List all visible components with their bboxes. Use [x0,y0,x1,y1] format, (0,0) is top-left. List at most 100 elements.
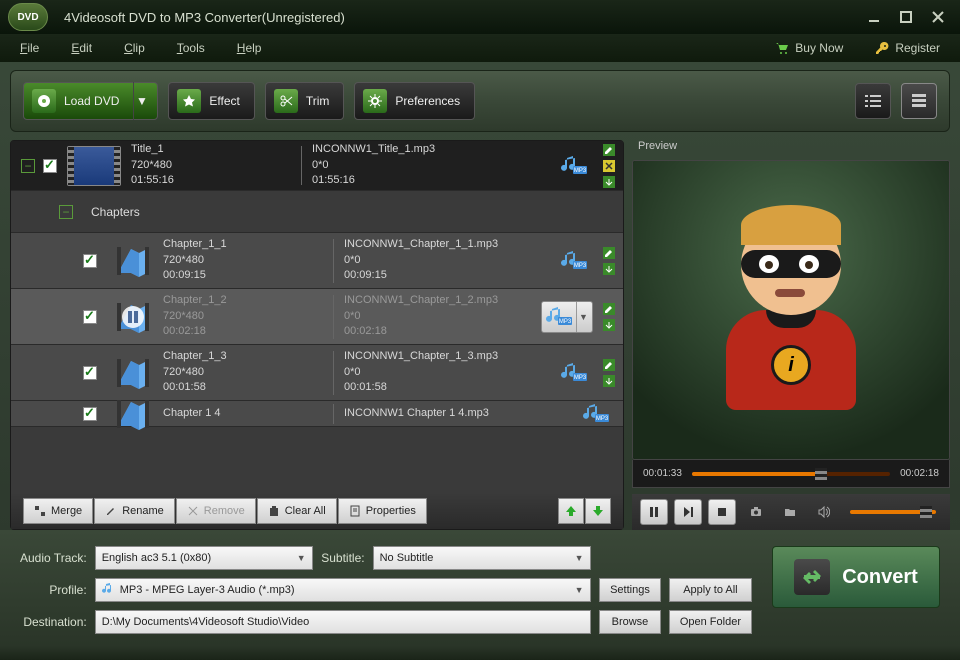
step-button[interactable] [674,499,702,525]
move-up-button[interactable] [558,498,584,524]
load-dvd-dropdown[interactable]: ▼ [133,82,143,120]
edit-icon[interactable] [601,246,617,260]
down-icon[interactable] [601,262,617,276]
settings-button[interactable]: Settings [599,578,661,602]
svg-text:MP3: MP3 [596,416,609,422]
effect-button[interactable]: Effect [168,82,254,120]
apply-all-button[interactable]: Apply to All [669,578,752,602]
dvd-icon [32,89,56,113]
mp3-icon: MP3 [581,404,611,424]
chapter-checkbox[interactable] [83,254,97,268]
chapter-checkbox[interactable] [83,366,97,380]
chapter-source-info: Chapter_1_3720*48000:01:58 [163,349,323,395]
rename-button[interactable]: Rename [94,498,175,524]
svg-text:MP3: MP3 [574,168,587,174]
subtitle-combo[interactable]: No Subtitle▼ [373,546,592,570]
remove-icon[interactable] [601,159,617,173]
list-toolbar: Merge Rename Remove Clear All Properties [11,493,623,529]
edit-icon[interactable] [601,302,617,316]
trim-button[interactable]: Trim [265,82,345,120]
properties-button[interactable]: Properties [338,498,427,524]
chapter-thumbnail [113,241,153,281]
move-down-button[interactable] [585,498,611,524]
scissors-icon [274,89,298,113]
audio-track-combo[interactable]: English ac3 5.1 (0x80)▼ [95,546,314,570]
preview-frame: i [711,205,871,415]
output-format-dropdown[interactable]: MP3▼ [541,301,593,333]
list-view-button[interactable] [855,83,891,119]
remove-button[interactable]: Remove [176,498,256,524]
load-dvd-button[interactable]: Load DVD ▼ [23,82,158,120]
chapter-checkbox[interactable] [83,407,97,421]
title-checkbox[interactable] [43,159,57,173]
volume-slider[interactable] [850,510,936,514]
playback-controls [632,494,950,530]
clear-all-button[interactable]: Clear All [257,498,337,524]
app-logo-icon: DVD [8,3,48,31]
chapter-checkbox[interactable] [83,310,97,324]
statusbar [0,646,960,660]
pause-button[interactable] [640,499,668,525]
menu-clip[interactable]: Clip [124,41,145,55]
collapse-icon[interactable]: − [59,205,73,219]
volume-icon[interactable] [810,499,838,525]
browse-button[interactable]: Browse [599,610,661,634]
open-folder-icon[interactable] [776,499,804,525]
edit-icon[interactable] [601,358,617,372]
stop-button[interactable] [708,499,736,525]
mp3-icon [102,583,116,597]
seek-track[interactable] [692,472,890,476]
title-output-info: INCONNW1_Title_1.mp3 0*0 01:55:16 [312,142,547,188]
mp3-icon: MP3 [559,363,589,383]
preferences-button[interactable]: Preferences [354,82,475,120]
merge-button[interactable]: Merge [23,498,93,524]
menu-help[interactable]: Help [237,41,262,55]
titlebar: DVD 4Videosoft DVD to MP3 Converter(Unre… [0,0,960,34]
chapter-source-info: Chapter_1_1720*48000:09:15 [163,237,323,283]
title-source-info: Title_1 720*480 01:55:16 [131,142,291,188]
profile-combo[interactable]: MP3 - MPEG Layer-3 Audio (*.mp3)▼ [95,578,591,602]
menu-tools[interactable]: Tools [177,41,205,55]
chapter-thumbnail [113,297,153,337]
menu-edit[interactable]: Edit [71,41,92,55]
snapshot-button[interactable] [742,499,770,525]
destination-field[interactable]: D:\My Documents\4Videosoft Studio\Video [95,610,591,634]
title-thumbnail [67,146,121,186]
mp3-icon: MP3 [559,156,589,176]
maximize-button[interactable] [892,8,920,26]
chapter-source-info: Chapter_1_2720*48000:02:18 [163,293,323,339]
register-link[interactable]: Register [875,41,940,55]
chapter-row[interactable]: Chapter_1_2720*48000:02:18 INCONNW1_Chapt… [11,289,623,345]
close-button[interactable] [924,8,952,26]
detail-view-button[interactable] [901,83,937,119]
time-current: 00:01:33 [643,468,682,479]
down-icon[interactable] [601,318,617,332]
edit-icon[interactable] [601,143,617,157]
file-list: − Title_1 720*480 01:55:16 INCONNW1_Titl… [11,141,623,493]
effect-icon [177,89,201,113]
audio-track-label: Audio Track: [20,551,87,565]
down-icon[interactable] [601,374,617,388]
buy-now-link[interactable]: Buy Now [775,41,843,55]
chapter-row[interactable]: Chapter 1 4INCONNW1 Chapter 1 4.mp3MP3 [11,401,623,427]
title-row[interactable]: − Title_1 720*480 01:55:16 INCONNW1_Titl… [11,141,623,191]
gear-icon [363,89,387,113]
time-total: 00:02:18 [900,468,939,479]
chapter-output-info: INCONNW1_Chapter_1_2.mp30*000:02:18 [344,293,533,339]
preview-video: i [632,160,950,460]
preview-panel: Preview i 00:01:33 00:02:18 [632,140,950,530]
convert-icon [794,559,830,595]
svg-text:MP3: MP3 [574,263,587,269]
minimize-button[interactable] [860,8,888,26]
open-folder-button[interactable]: Open Folder [669,610,752,634]
mp3-icon: MP3 [559,251,589,271]
down-icon[interactable] [601,175,617,189]
cart-icon [775,41,789,55]
chapter-row[interactable]: Chapter_1_3720*48000:01:58INCONNW1_Chapt… [11,345,623,401]
seek-bar[interactable]: 00:01:33 00:02:18 [632,460,950,488]
chapter-row[interactable]: Chapter_1_1720*48000:09:15INCONNW1_Chapt… [11,233,623,289]
menu-file[interactable]: File [20,41,39,55]
collapse-icon[interactable]: − [21,159,35,173]
convert-button[interactable]: Convert [772,546,940,608]
chapter-output-info: INCONNW1 Chapter 1 4.mp3 [344,406,569,421]
